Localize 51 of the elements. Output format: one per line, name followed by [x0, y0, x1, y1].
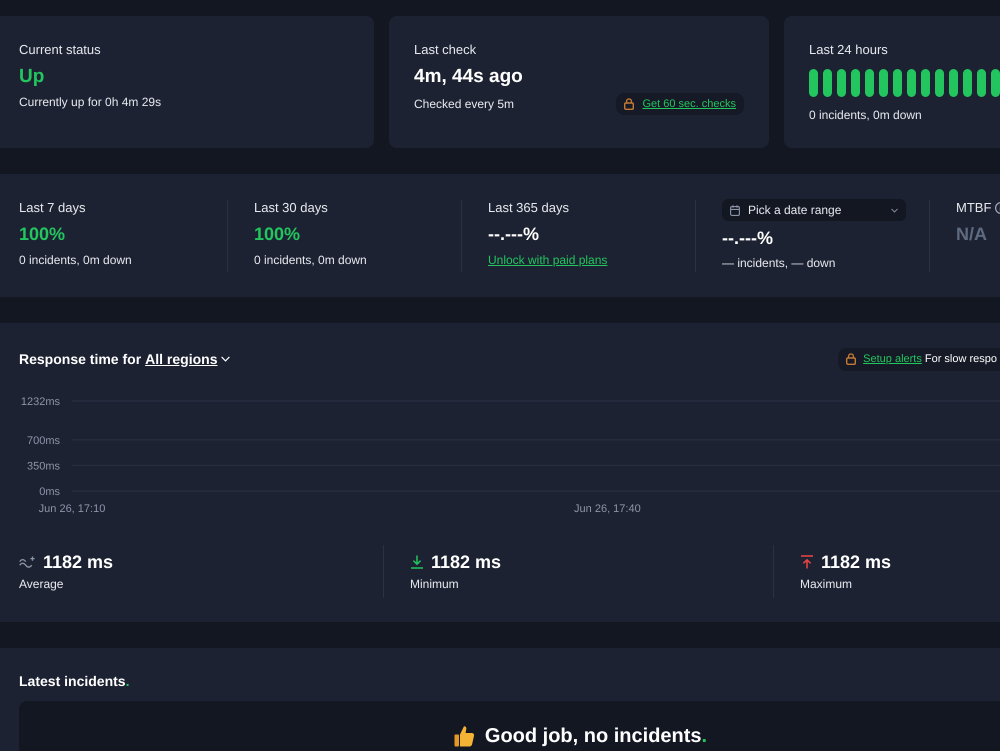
stat-value: 1182 ms	[43, 551, 114, 573]
stat-value: 1182 ms	[821, 551, 892, 573]
chevron-down-icon	[220, 356, 230, 362]
period-label: MTBF	[956, 200, 992, 216]
uptime-value: 100%	[254, 223, 300, 246]
setup-alerts-link[interactable]: Setup alerts	[863, 350, 922, 368]
region-dropdown[interactable]: All regions	[145, 348, 230, 370]
axis-label: 700ms	[26, 434, 60, 447]
uptime-value: --.---%	[722, 227, 773, 250]
status-detail: Currently up for 0h 4m 29s	[19, 94, 162, 110]
chevron-down-icon	[891, 208, 898, 212]
axis-label: 350ms	[26, 460, 60, 472]
section-title: Latest incidents.	[19, 672, 130, 690]
thumbs-up-icon	[454, 725, 475, 747]
wave-icon	[19, 556, 36, 568]
axis-label: 0ms	[39, 486, 60, 498]
download-arrow-icon	[410, 555, 424, 569]
stat-value: 1182 ms	[431, 551, 502, 573]
period-detail: 0 incidents, 0m down	[254, 252, 367, 268]
period-detail: — incidents, — down	[722, 255, 836, 271]
uptime-detail: 0 incidents, 0m down	[809, 107, 922, 123]
stat-label: Maximum	[800, 576, 852, 592]
lock-icon	[624, 98, 634, 110]
last-check-value: 4m, 44s ago	[414, 65, 523, 89]
uptime-value: --.---%	[488, 223, 539, 246]
period-label: Last 7 days	[19, 200, 86, 216]
calendar-icon	[730, 204, 740, 216]
upgrade-link[interactable]: Get 60 sec. checks	[642, 97, 736, 111]
lock-icon	[846, 353, 856, 365]
period-label: Last 30 days	[254, 200, 328, 216]
card-label: Last 24 hours	[809, 42, 888, 58]
info-icon	[994, 202, 1000, 214]
card-label: Current status	[19, 42, 101, 58]
upload-arrow-icon	[800, 555, 814, 569]
status-value: Up	[19, 65, 44, 89]
empty-message: Good job, no incidents.	[484, 724, 708, 748]
mtbf-value: N/A	[956, 223, 987, 246]
uptime-value: 100%	[19, 223, 66, 246]
date-range-picker[interactable]: Pick a date range	[722, 199, 906, 221]
unlock-link[interactable]: Unlock with paid plans	[488, 252, 608, 268]
axis-label: Jun 26, 17:40	[574, 503, 641, 515]
stat-label: Minimum	[410, 576, 459, 592]
alert-text: For slow respo	[924, 352, 997, 367]
period-label: Last 365 days	[488, 200, 569, 216]
stat-label: Average	[19, 576, 64, 592]
axis-label: 1232ms	[20, 396, 60, 408]
axis-label: Jun 26, 17:10	[38, 503, 106, 515]
card-label: Last check	[414, 42, 476, 58]
period-detail: 0 incidents, 0m down	[19, 252, 132, 268]
check-interval: Checked every 5m	[414, 96, 514, 112]
chart-title: Response time for	[19, 350, 142, 369]
